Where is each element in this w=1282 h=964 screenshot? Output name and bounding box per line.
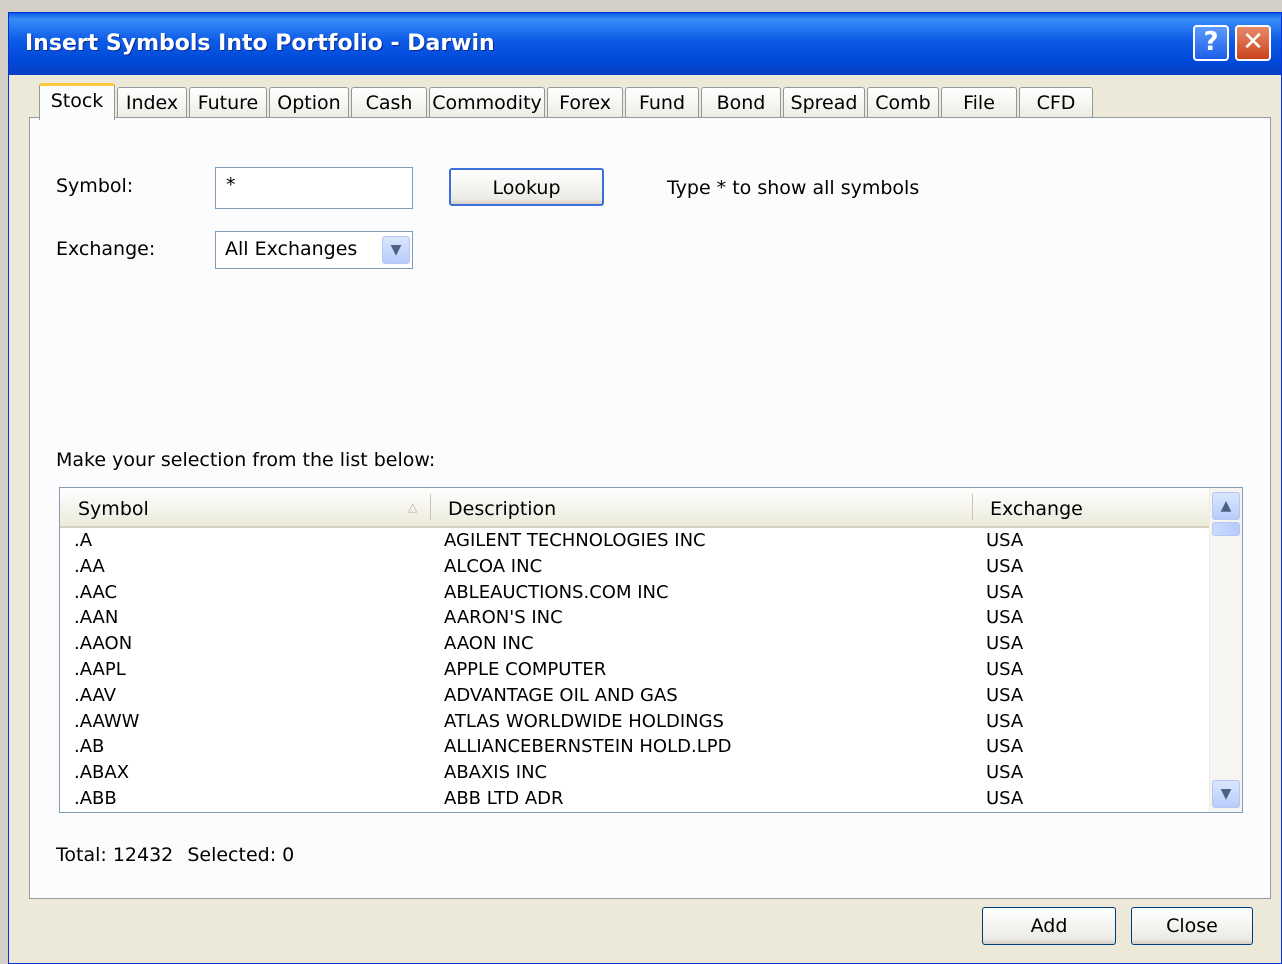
table-row[interactable]: .AAON AAON INC USA [60, 631, 1210, 657]
cell-description: AAON INC [444, 633, 534, 655]
cell-symbol: .AAWW [74, 710, 140, 732]
tab-option[interactable]: Option [269, 87, 349, 119]
lookup-button[interactable]: Lookup [449, 168, 604, 206]
cell-exchange: USA [986, 555, 1024, 577]
cell-exchange: USA [986, 581, 1024, 603]
symbol-list[interactable]: Symbol △ Description Exchange .A AGILENT … [59, 487, 1243, 813]
cell-symbol: .AAV [74, 684, 117, 706]
cell-symbol: .AAON [74, 633, 133, 655]
cell-description: APPLE COMPUTER [444, 659, 607, 680]
list-header: Symbol △ Description Exchange [60, 488, 1210, 528]
title-bar[interactable]: Insert Symbols Into Portfolio - Darwin ?… [9, 13, 1281, 75]
table-row[interactable]: .AAPL APPLE COMPUTER USA [60, 657, 1210, 683]
column-header-description[interactable]: Description [448, 498, 556, 520]
tab-cash[interactable]: Cash [351, 87, 427, 119]
table-row[interactable]: .AA ALCOA INC USA [60, 554, 1210, 580]
tab-comb[interactable]: Comb [867, 87, 939, 119]
help-button[interactable]: ? [1193, 25, 1229, 61]
cell-description: ALCOA INC [444, 555, 543, 577]
cell-exchange: USA [986, 762, 1024, 784]
column-divider[interactable] [972, 494, 973, 520]
cell-description: ABLEAUCTIONS.COM INC [444, 581, 669, 603]
cell-description: AGILENT TECHNOLOGIES INC [444, 530, 706, 551]
symbol-label: Symbol: [56, 175, 134, 197]
scroll-thumb[interactable] [1212, 522, 1240, 536]
tab-future[interactable]: Future [189, 87, 267, 119]
tab-spread[interactable]: Spread [783, 87, 865, 119]
table-row[interactable]: .AAV ADVANTAGE OIL AND GAS USA [60, 683, 1210, 709]
cell-description: AARON'S INC [444, 607, 563, 629]
scroll-down-arrow-icon[interactable]: ▼ [1212, 780, 1240, 808]
window-title: Insert Symbols Into Portfolio - Darwin [25, 31, 495, 56]
column-header-exchange[interactable]: Exchange [990, 498, 1083, 520]
cell-exchange: USA [986, 736, 1024, 758]
scroll-up-arrow-icon[interactable]: ▲ [1212, 492, 1240, 520]
column-divider[interactable] [430, 494, 431, 520]
exchange-select-value: All Exchanges [225, 238, 358, 260]
close-window-button[interactable]: ✕ [1235, 25, 1271, 61]
cell-symbol: .AB [74, 736, 105, 758]
vertical-scrollbar[interactable]: ▲ ▼ [1209, 488, 1242, 812]
cell-description: ABB LTD ADR [444, 788, 564, 809]
cell-description: ATLAS WORLDWIDE HOLDINGS [444, 710, 724, 732]
table-row[interactable]: .AAWW ATLAS WORLDWIDE HOLDINGS USA [60, 709, 1210, 735]
tab-bond[interactable]: Bond [701, 87, 781, 119]
cell-symbol: .ABB [74, 788, 117, 809]
selected-value: 0 [282, 844, 295, 866]
selected-label: Selected: [187, 844, 277, 866]
cell-symbol: .AAC [74, 581, 118, 603]
tab-commodity[interactable]: Commodity [429, 87, 545, 119]
cell-description: ADVANTAGE OIL AND GAS [444, 684, 678, 706]
status-text: Total: 12432 Selected: 0 [56, 844, 294, 866]
list-caption: Make your selection from the list below: [56, 449, 436, 471]
exchange-select[interactable]: All Exchanges ▼ [215, 231, 413, 269]
table-row[interactable]: .ABB ABB LTD ADR USA [60, 786, 1210, 812]
symbol-input-value: * [226, 174, 236, 196]
tab-fund[interactable]: Fund [625, 87, 699, 119]
total-label: Total: [56, 844, 107, 866]
sort-indicator-icon: △ [408, 500, 418, 514]
cell-symbol: .ABAX [74, 762, 130, 784]
exchange-label: Exchange: [56, 238, 156, 260]
table-row[interactable]: .AAN AARON'S INC USA [60, 605, 1210, 631]
cell-symbol: .AAPL [74, 659, 126, 680]
cell-exchange: USA [986, 788, 1024, 809]
tab-stock[interactable]: Stock [39, 83, 115, 120]
cell-exchange: USA [986, 530, 1024, 551]
cell-exchange: USA [986, 710, 1024, 732]
total-value: 12432 [112, 844, 174, 866]
chevron-down-icon[interactable]: ▼ [382, 236, 410, 264]
cell-description: ABAXIS INC [444, 762, 548, 784]
close-button[interactable]: Close [1131, 907, 1253, 945]
cell-exchange: USA [986, 659, 1024, 680]
cell-description: ALLIANCEBERNSTEIN HOLD.LPD [444, 736, 732, 758]
cell-exchange: USA [986, 684, 1024, 706]
lookup-hint: Type * to show all symbols [667, 177, 920, 199]
dialog-window: Insert Symbols Into Portfolio - Darwin ?… [8, 12, 1282, 964]
cell-exchange: USA [986, 633, 1024, 655]
cell-exchange: USA [986, 607, 1024, 629]
table-row[interactable]: .AAC ABLEAUCTIONS.COM INC USA [60, 580, 1210, 606]
add-button[interactable]: Add [982, 907, 1116, 945]
tab-file[interactable]: File [941, 87, 1017, 119]
cell-symbol: .AA [74, 555, 105, 577]
table-row[interactable]: .AB ALLIANCEBERNSTEIN HOLD.LPD USA [60, 734, 1210, 760]
tab-cfd[interactable]: CFD [1019, 87, 1093, 119]
cell-symbol: .AAN [74, 607, 119, 629]
cell-symbol: .A [74, 530, 93, 551]
symbol-input[interactable]: * [215, 167, 413, 209]
column-header-symbol[interactable]: Symbol [78, 498, 149, 520]
table-row[interactable]: .A AGILENT TECHNOLOGIES INC USA [60, 528, 1210, 554]
tab-index[interactable]: Index [117, 87, 187, 119]
tab-forex[interactable]: Forex [547, 87, 623, 119]
table-row[interactable]: .ABAX ABAXIS INC USA [60, 760, 1210, 786]
